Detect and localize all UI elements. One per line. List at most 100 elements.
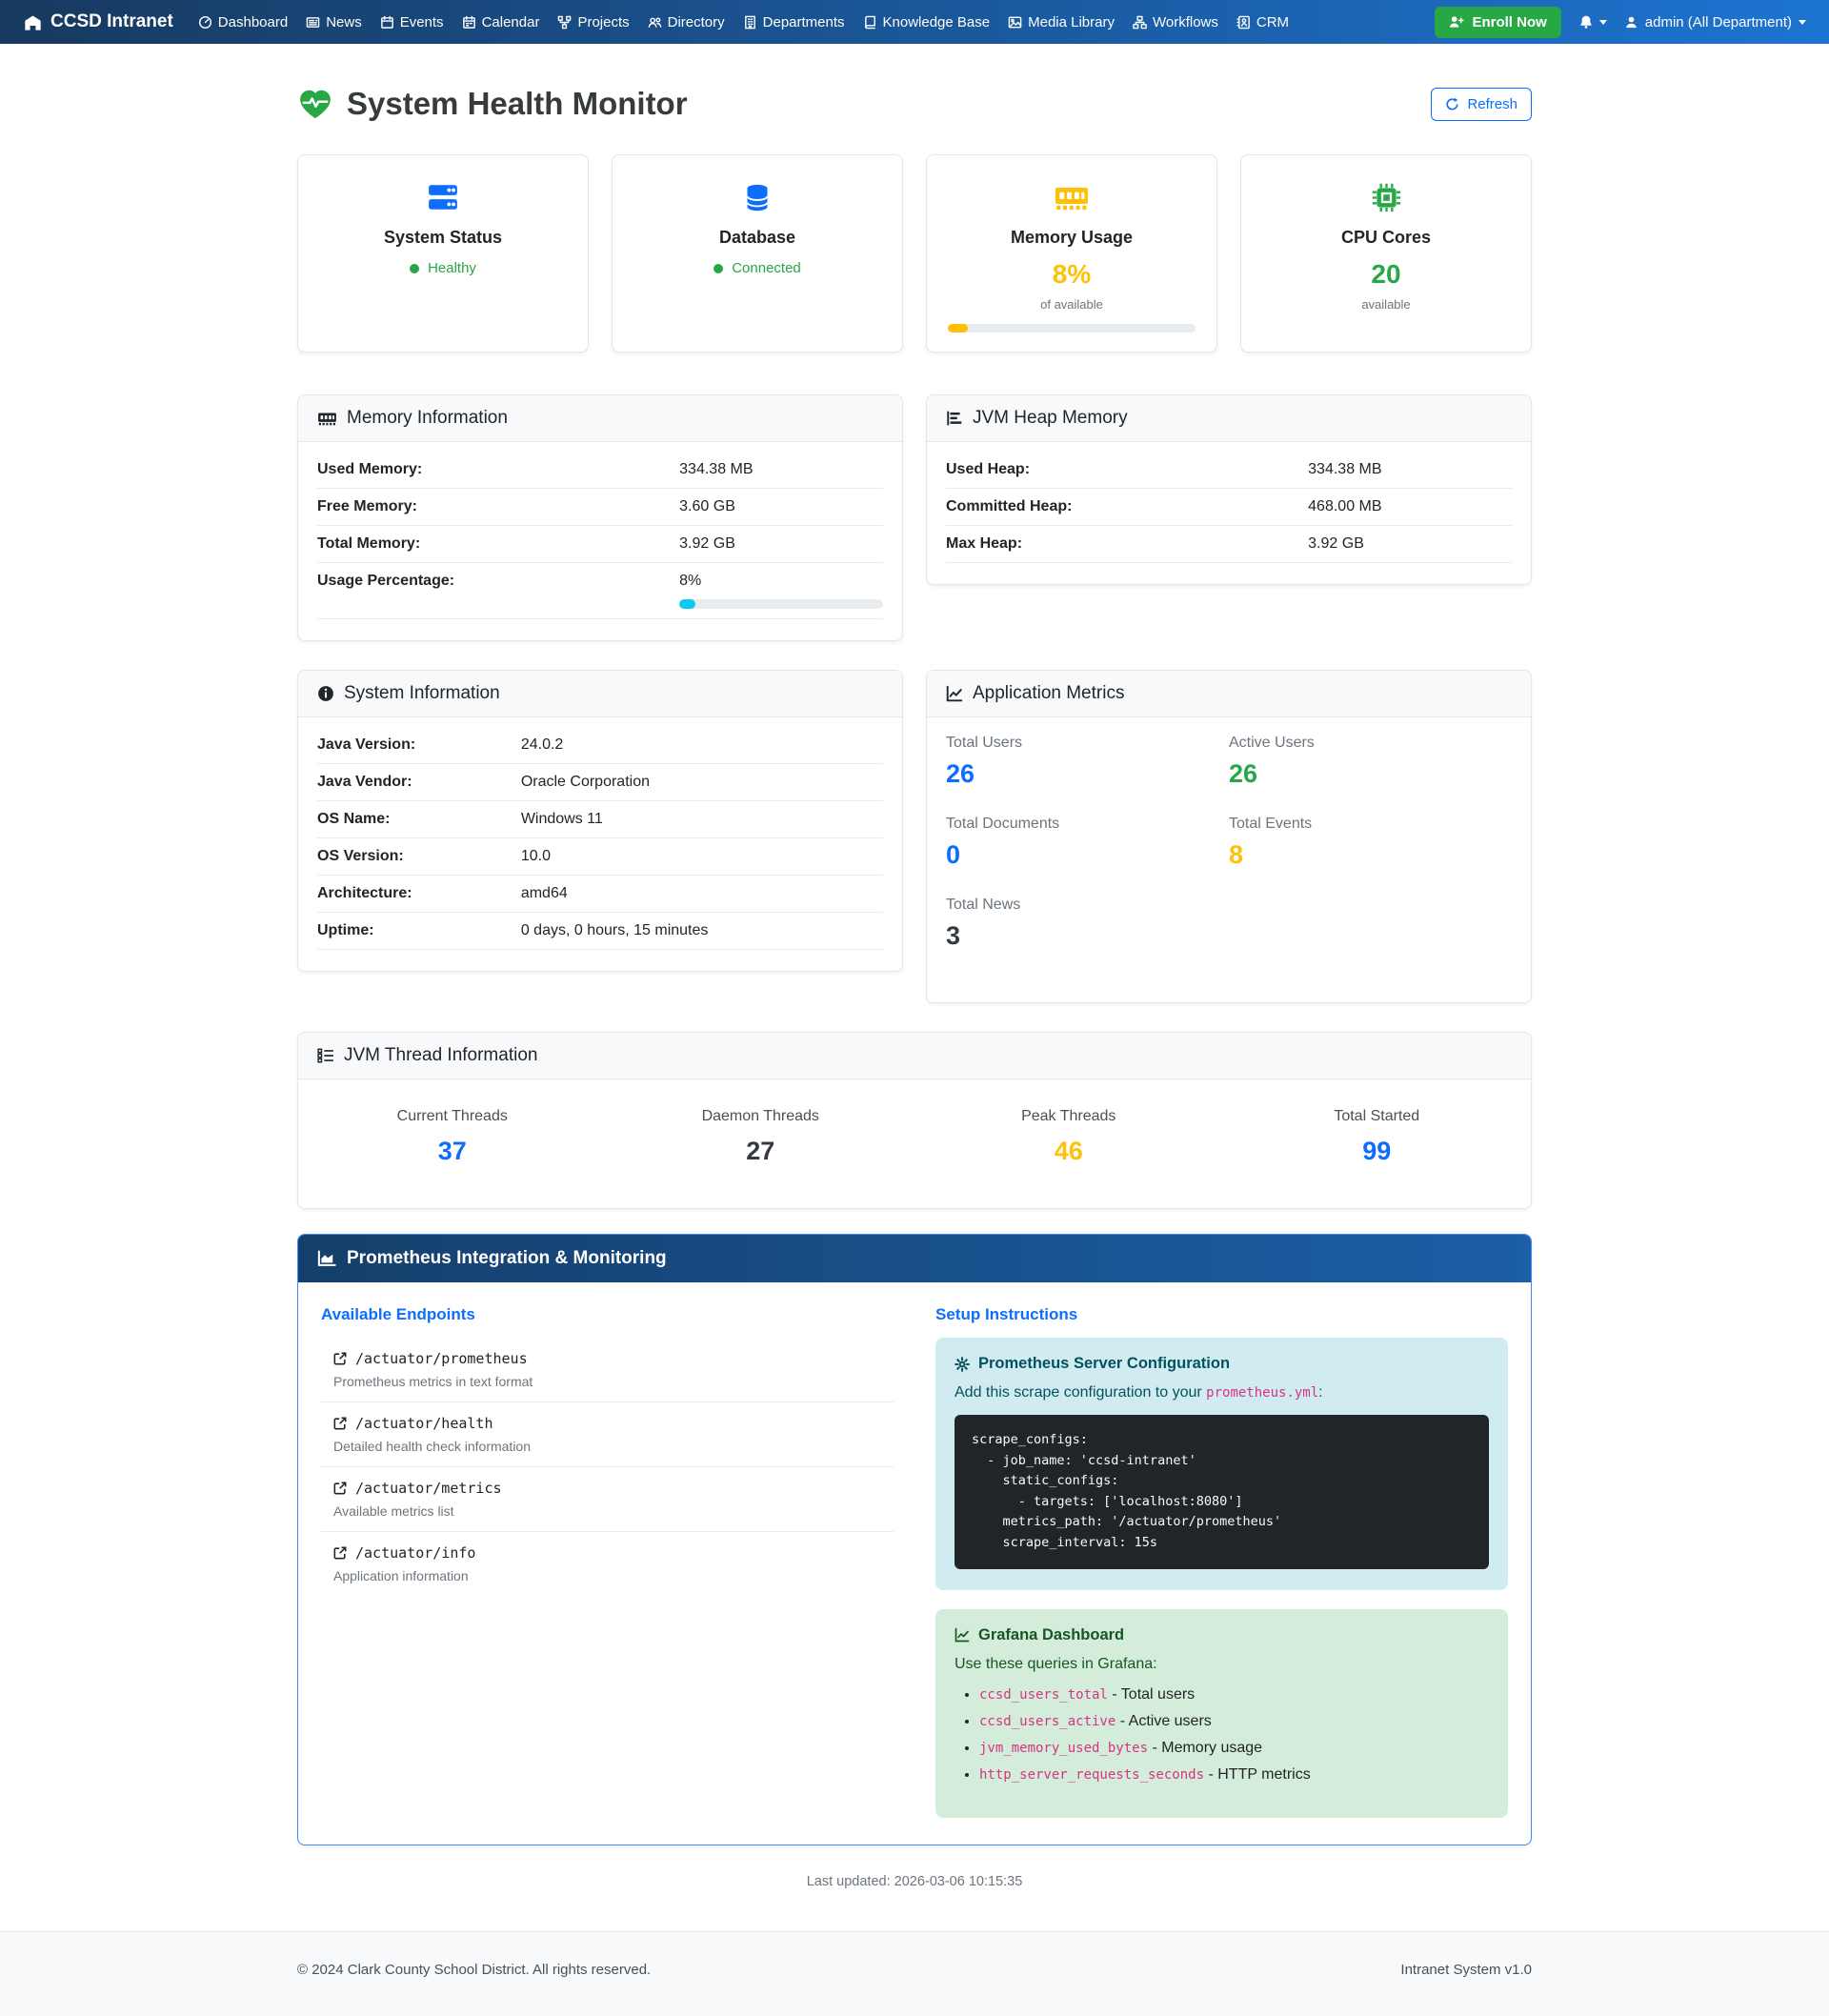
footer: © 2024 Clark County School District. All… (0, 1931, 1829, 2016)
grafana-intro: Use these queries in Grafana: (955, 1656, 1489, 1673)
prometheus-yml-code: prometheus.yml (1206, 1385, 1318, 1401)
nav-item-news[interactable]: News (306, 14, 362, 30)
user-menu[interactable]: admin (All Department) (1624, 14, 1806, 30)
person-plus-icon (1449, 15, 1464, 29)
system-information-panel: System Information Java Version: 24.0.2 … (297, 670, 903, 972)
media-library-icon (1008, 15, 1022, 30)
prometheus-config-title: Prometheus Server Configuration (955, 1355, 1489, 1373)
card-database: Database Connected (612, 154, 903, 353)
prometheus-config-intro: Add this scrape configuration to your pr… (955, 1384, 1489, 1401)
heart-pulse-icon (297, 88, 333, 120)
departments-icon (743, 15, 757, 30)
jvm-heap-header: JVM Heap Memory (927, 395, 1531, 442)
endpoint-link[interactable]: /actuator/prometheus (333, 1350, 890, 1367)
grafana-query-item: jvm_memory_used_bytes - Memory usage (979, 1740, 1489, 1757)
footer-copyright: © 2024 Clark County School District. All… (297, 1962, 651, 1978)
endpoint-item: /actuator/prometheus Prometheus metrics … (321, 1338, 894, 1402)
metric-total-news: Total News 3 (946, 897, 1229, 951)
card-cpu-cores: CPU Cores 20 available (1240, 154, 1532, 353)
events-icon (380, 15, 394, 30)
info-row: OS Version: 10.0 (317, 838, 883, 876)
nav-item-knowledge-base[interactable]: Knowledge Base (863, 14, 991, 30)
bell-icon (1578, 14, 1594, 30)
page-head: System Health Monitor Refresh (297, 86, 1532, 122)
knowledge-base-icon (863, 15, 877, 30)
nav-items: Dashboard News Events Calendar Projects … (198, 14, 1289, 30)
jvm-heap-panel: JVM Heap Memory Used Heap: 334.38 MB Com… (926, 394, 1532, 585)
prometheus-header: Prometheus Integration & Monitoring (298, 1235, 1531, 1282)
prometheus-config-box: Prometheus Server Configuration Add this… (935, 1338, 1508, 1590)
nav-item-dashboard[interactable]: Dashboard (198, 14, 288, 30)
memory-usage-progressbar (948, 324, 1196, 333)
chart-line-icon (946, 685, 963, 702)
server-icon (427, 180, 459, 214)
info-row: Committed Heap: 468.00 MB (946, 489, 1512, 526)
nav-item-projects[interactable]: Projects (557, 14, 629, 30)
info-row: Used Memory: 334.38 MB (317, 452, 883, 489)
refresh-icon (1445, 97, 1459, 111)
school-building-icon (23, 13, 43, 31)
info-row: Usage Percentage: 8% (317, 563, 883, 619)
endpoint-item: /actuator/metrics Available metrics list (321, 1467, 894, 1532)
brand[interactable]: CCSD Intranet (23, 11, 173, 32)
notifications-menu[interactable] (1578, 14, 1607, 30)
last-updated: Last updated: 2026-03-06 10:15:35 (297, 1874, 1532, 1889)
chevron-down-icon (1799, 20, 1806, 25)
metric-active-users: Active Users 26 (1229, 735, 1512, 789)
status-badge: Connected (714, 260, 801, 276)
enroll-now-button[interactable]: Enroll Now (1435, 7, 1560, 38)
dashboard-icon (198, 15, 212, 30)
metric-total-documents: Total Documents 0 (946, 816, 1229, 870)
system-information-header: System Information (298, 671, 902, 717)
nav-item-workflows[interactable]: Workflows (1133, 14, 1218, 30)
nav-item-departments[interactable]: Departments (743, 14, 845, 30)
info-row: Java Vendor: Oracle Corporation (317, 764, 883, 801)
nav-right: Enroll Now admin (All Department) (1435, 7, 1806, 38)
card-memory-usage: Memory Usage 8% of available (926, 154, 1217, 353)
refresh-button[interactable]: Refresh (1431, 88, 1532, 121)
stat-current-threads: Current Threads 37 (298, 1108, 607, 1166)
status-dot (714, 264, 723, 273)
stat-daemon-threads: Daemon Threads 27 (607, 1108, 915, 1166)
info-row: OS Name: Windows 11 (317, 801, 883, 838)
usage-percentage-progressbar (679, 599, 883, 609)
top-navbar: CCSD Intranet Dashboard News Events Cale… (0, 0, 1829, 44)
endpoint-link[interactable]: /actuator/metrics (333, 1480, 890, 1497)
grafana-query-item: http_server_requests_seconds - HTTP metr… (979, 1766, 1489, 1784)
status-badge: Healthy (410, 260, 476, 276)
info-row: Total Memory: 3.92 GB (317, 526, 883, 563)
nav-item-calendar[interactable]: Calendar (462, 14, 540, 30)
nav-item-directory[interactable]: Directory (648, 14, 725, 30)
grafana-query-list: ccsd_users_total - Total users ccsd_user… (979, 1686, 1489, 1784)
chart-bar-icon (946, 410, 963, 427)
microchip-icon (1372, 180, 1401, 214)
nav-item-crm[interactable]: CRM (1236, 14, 1289, 30)
info-row: Free Memory: 3.60 GB (317, 489, 883, 526)
prometheus-panel: Prometheus Integration & Monitoring Avai… (297, 1234, 1532, 1845)
usage-percentage-value: 8% (679, 573, 701, 589)
calendar-icon (462, 15, 476, 30)
scrape-config-code-block: scrape_configs: - job_name: 'ccsd-intran… (955, 1415, 1489, 1569)
memory-information-panel: Memory Information Used Memory: 334.38 M… (297, 394, 903, 641)
nav-item-media-library[interactable]: Media Library (1008, 14, 1115, 30)
projects-icon (557, 15, 572, 30)
info-row: Architecture: amd64 (317, 876, 883, 913)
status-cards-row: System Status Healthy Database Connected… (297, 154, 1532, 353)
chevron-down-icon (1599, 20, 1607, 25)
info-row: Uptime: 0 days, 0 hours, 15 minutes (317, 913, 883, 950)
card-system-status: System Status Healthy (297, 154, 589, 353)
jvm-thread-header: JVM Thread Information (298, 1033, 1531, 1079)
grafana-dashboard-box: Grafana Dashboard Use these queries in G… (935, 1609, 1508, 1818)
grafana-query-item: ccsd_users_total - Total users (979, 1686, 1489, 1704)
nav-item-events[interactable]: Events (380, 14, 444, 30)
external-link-icon (333, 1352, 347, 1365)
info-row: Used Heap: 334.38 MB (946, 452, 1512, 489)
endpoint-link[interactable]: /actuator/health (333, 1415, 890, 1432)
status-dot (410, 264, 419, 273)
metric-total-users: Total Users 26 (946, 735, 1229, 789)
memory-information-header: Memory Information (298, 395, 902, 442)
workflows-icon (1133, 15, 1147, 30)
directory-icon (648, 15, 662, 30)
stat-total-started: Total Started 99 (1223, 1108, 1532, 1166)
endpoint-link[interactable]: /actuator/info (333, 1544, 890, 1562)
